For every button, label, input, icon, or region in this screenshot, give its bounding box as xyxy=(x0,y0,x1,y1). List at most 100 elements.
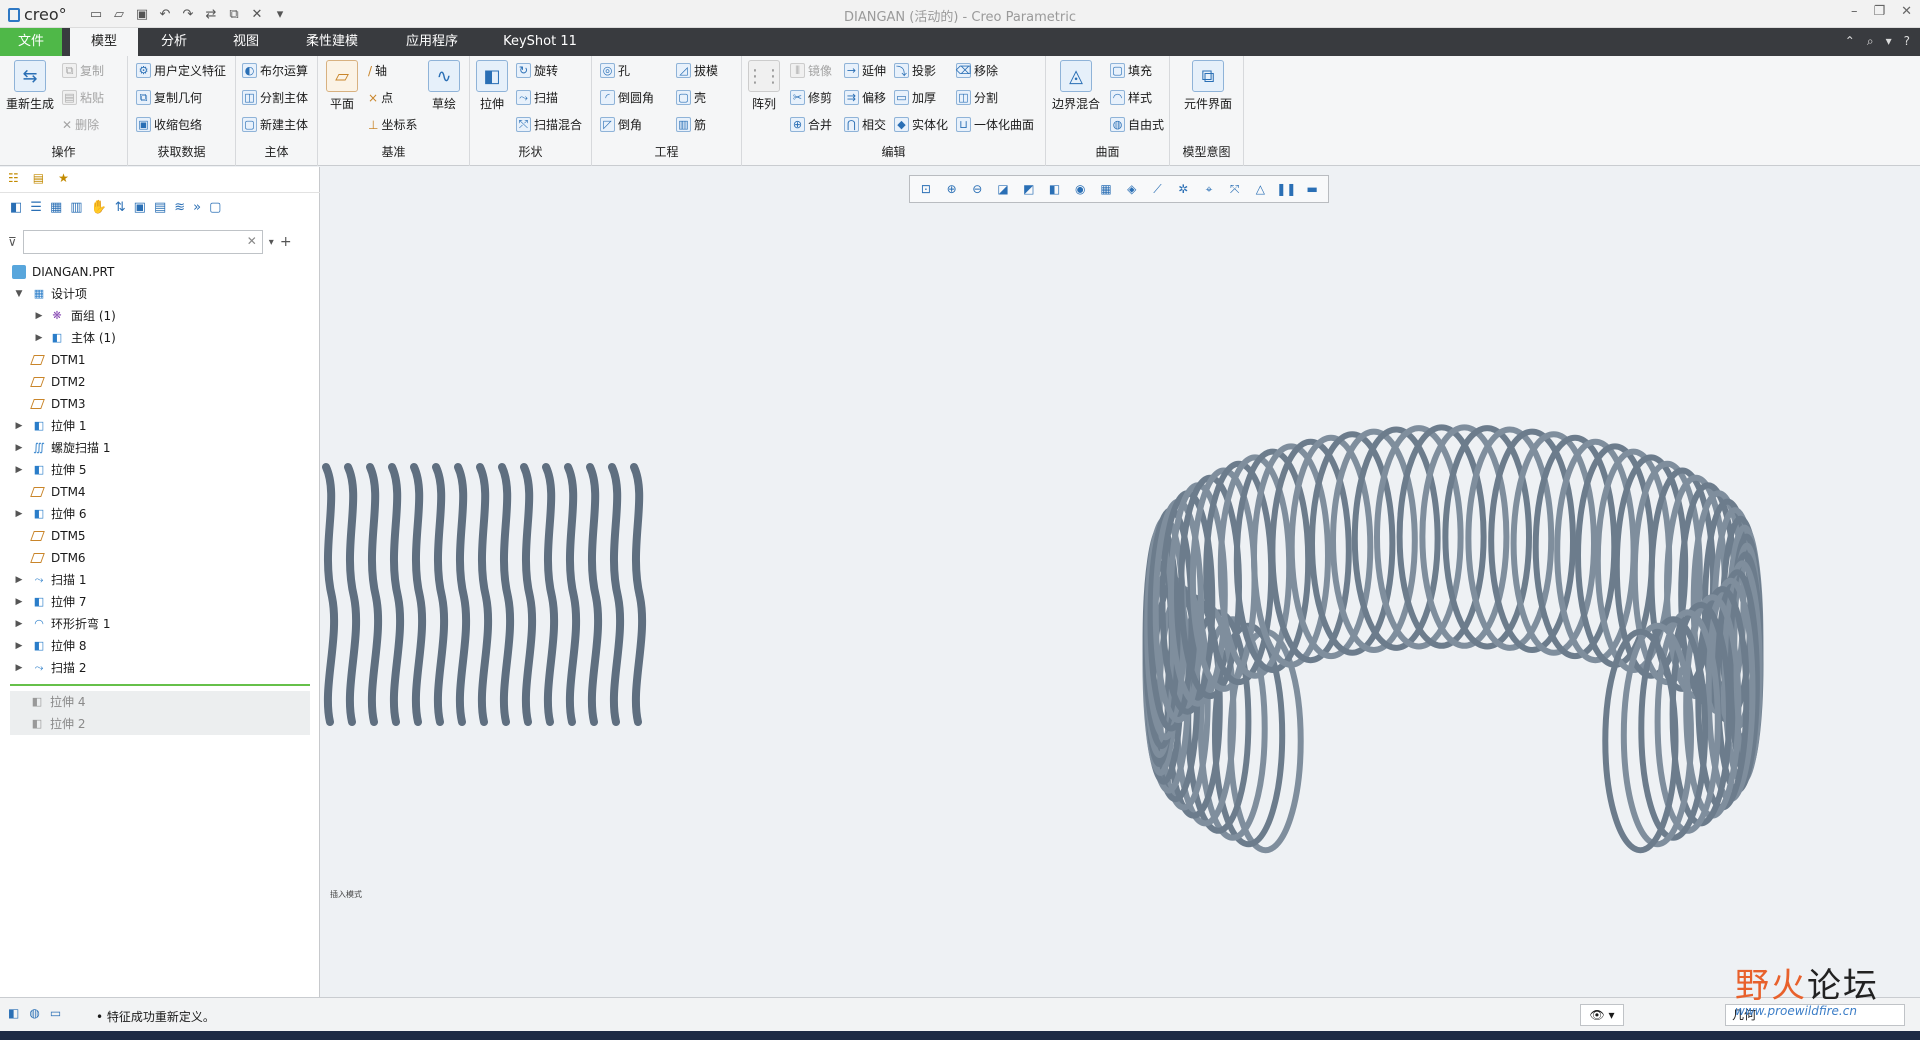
style-button[interactable]: ◠ 样式 xyxy=(1110,89,1152,106)
tab-analysis[interactable]: 分析 xyxy=(148,28,200,56)
restore-icon[interactable]: ❐ xyxy=(1873,4,1885,19)
folder-browser-tab-icon[interactable]: ▤ xyxy=(33,171,44,188)
new-body-button[interactable]: ▢ 新建主体 xyxy=(242,116,308,133)
expand-icon[interactable]: ▶ xyxy=(14,657,24,679)
detail-view-icon[interactable]: ▦ xyxy=(50,200,62,220)
point-button[interactable]: × 点 xyxy=(368,89,393,106)
group-label-model-intent[interactable]: 模型意图 xyxy=(1170,143,1243,160)
freestyle-button[interactable]: ◍ 自由式 xyxy=(1110,116,1164,133)
help-icon[interactable]: ? xyxy=(1904,34,1910,49)
filter-dropdown-icon[interactable]: ▾ xyxy=(269,237,274,248)
expand-icon[interactable]: ▶ xyxy=(14,503,24,525)
expand-icon[interactable]: ▶ xyxy=(34,327,44,349)
sort-icon[interactable]: ⇅ xyxy=(115,200,126,220)
tree-item-dtm6[interactable]: DTM6 xyxy=(0,547,320,569)
split-button[interactable]: ◫ 分割 xyxy=(956,89,998,106)
delete-button[interactable]: ✕ 删除 xyxy=(62,116,99,133)
hole-button[interactable]: ◎ 孔 xyxy=(600,62,630,79)
shrinkwrap-button[interactable]: ▣ 收缩包络 xyxy=(136,116,202,133)
browser-toggle-icon[interactable]: ◍ xyxy=(29,1006,39,1020)
unify-surfaces-button[interactable]: ⊔ 一体化曲面 xyxy=(956,116,1034,133)
plane-button[interactable]: ▱ 平面 xyxy=(326,60,358,112)
shell-button[interactable]: ▢ 壳 xyxy=(676,89,706,106)
project-button[interactable]: ⤵ 投影 xyxy=(894,62,936,79)
pattern-button[interactable]: ⋮⋮ 阵列 xyxy=(746,60,782,112)
regenerate-button[interactable]: ⇆ 重新生成 xyxy=(6,60,54,112)
navigator-toggle-icon[interactable]: ◧ xyxy=(8,1006,19,1020)
group-label-surfaces[interactable]: 曲面 xyxy=(1046,143,1169,160)
paste-button[interactable]: ▤ 粘贴 xyxy=(62,89,104,106)
collapse-icon[interactable]: ▼ xyxy=(14,283,24,305)
tree-root[interactable]: DIANGAN.PRT xyxy=(0,261,320,283)
chamfer-button[interactable]: ◸ 倒角 xyxy=(600,116,642,133)
find-button[interactable]: 👁 ▾ xyxy=(1580,1004,1624,1026)
tree-item-extrude-2[interactable]: ◧ 拉伸 2 xyxy=(10,713,310,735)
add-filter-icon[interactable]: + xyxy=(280,234,292,250)
mirror-button[interactable]: ⫴ 镜像 xyxy=(790,62,832,79)
tree-item-bodies[interactable]: ▶ ◧ 主体 (1) xyxy=(0,327,320,349)
tree-item-toroidal-bend-1[interactable]: ▶ ◠ 环形折弯 1 xyxy=(0,613,320,635)
extrude-button[interactable]: ◧ 拉伸 xyxy=(476,60,508,112)
group-label-editing[interactable]: 编辑 xyxy=(742,143,1045,160)
tree-item-quilts[interactable]: ▶ ❋ 面组 (1) xyxy=(0,305,320,327)
more-icon[interactable]: » xyxy=(193,200,201,220)
tab-flexible-modeling[interactable]: 柔性建模 xyxy=(292,28,372,56)
tree-item-dtm2[interactable]: DTM2 xyxy=(0,371,320,393)
draft-button[interactable]: ◿ 拔模 xyxy=(676,62,718,79)
tree-item-dtm3[interactable]: DTM3 xyxy=(0,393,320,415)
tree-item-sweep-1[interactable]: ▶ ⤳ 扫描 1 xyxy=(0,569,320,591)
boundary-blend-button[interactable]: ◬ 边界混合 xyxy=(1052,60,1100,112)
tree-item-dtm1[interactable]: DTM1 xyxy=(0,349,320,371)
tree-item-sweep-2[interactable]: ▶ ⤳ 扫描 2 xyxy=(0,657,320,679)
insert-here-line[interactable] xyxy=(10,684,310,686)
tab-model[interactable]: 模型 xyxy=(70,28,138,56)
sketch-button[interactable]: ∿ 草绘 xyxy=(428,60,460,112)
columns-icon[interactable]: ▥ xyxy=(70,200,82,220)
group-label-operations[interactable]: 操作 xyxy=(0,143,127,160)
highlight-icon[interactable]: ✋ xyxy=(91,200,107,220)
solidify-button[interactable]: ◆ 实体化 xyxy=(894,116,948,133)
tree-item-extrude-8[interactable]: ▶ ◧ 拉伸 8 xyxy=(0,635,320,657)
axis-button[interactable]: / 轴 xyxy=(368,62,387,79)
clear-search-icon[interactable]: ✕ xyxy=(247,234,257,248)
model-tree-tab-icon[interactable]: ☷ xyxy=(8,171,19,188)
remove-button[interactable]: ⌫ 移除 xyxy=(956,62,998,79)
intersect-button[interactable]: ⋂ 相交 xyxy=(844,116,886,133)
tree-item-design-items[interactable]: ▼ ▦ 设计项 xyxy=(0,283,320,305)
collapse-ribbon-icon[interactable]: ⌃ xyxy=(1845,34,1855,49)
tree-item-extrude-4[interactable]: ◧ 拉伸 4 xyxy=(10,691,310,713)
search-icon[interactable]: ⌕ xyxy=(1867,34,1874,49)
expand-icon[interactable]: ▶ xyxy=(14,459,24,481)
offset-button[interactable]: ⇉ 偏移 xyxy=(844,89,886,106)
thicken-button[interactable]: ▭ 加厚 xyxy=(894,89,936,106)
tab-applications[interactable]: 应用程序 xyxy=(392,28,472,56)
group-label-engineering[interactable]: 工程 xyxy=(592,143,741,160)
revolve-button[interactable]: ↻ 旋转 xyxy=(516,62,558,79)
close-icon[interactable]: ✕ xyxy=(1901,4,1912,19)
model-icon[interactable]: ◧ xyxy=(10,200,22,220)
tree-item-extrude-5[interactable]: ▶ ◧ 拉伸 5 xyxy=(0,459,320,481)
tab-file[interactable]: 文件 xyxy=(0,28,62,56)
tree-item-extrude-6[interactable]: ▶ ◧ 拉伸 6 xyxy=(0,503,320,525)
expand-icon[interactable]: ▶ xyxy=(14,591,24,613)
fullscreen-icon[interactable]: ▭ xyxy=(50,1006,61,1020)
csys-button[interactable]: ⊥ 坐标系 xyxy=(368,116,417,133)
tree-search-input[interactable]: ✕ xyxy=(22,230,263,254)
round-button[interactable]: ◜ 倒圆角 xyxy=(600,89,654,106)
fill-button[interactable]: ▢ 填充 xyxy=(1110,62,1152,79)
copy-geometry-button[interactable]: ⧉ 复制几何 xyxy=(136,89,202,106)
group-label-datum[interactable]: 基准 xyxy=(318,143,469,160)
tree-item-helical-sweep-1[interactable]: ▶ ∭ 螺旋扫描 1 xyxy=(0,437,320,459)
show-icon[interactable]: ▣ xyxy=(134,200,146,220)
split-body-button[interactable]: ◫ 分割主体 xyxy=(242,89,308,106)
tree-item-dtm5[interactable]: DTM5 xyxy=(0,525,320,547)
group-label-get-data[interactable]: 获取数据 xyxy=(128,143,235,160)
boolean-button[interactable]: ◐ 布尔运算 xyxy=(242,62,308,79)
expand-icon[interactable]: ▶ xyxy=(14,613,24,635)
layers-icon[interactable]: ≋ xyxy=(174,200,185,220)
expand-icon[interactable]: ▶ xyxy=(14,635,24,657)
expand-icon[interactable]: ▶ xyxy=(14,415,24,437)
udf-button[interactable]: ⚙ 用户定义特征 xyxy=(136,62,226,79)
tree-item-extrude-7[interactable]: ▶ ◧ 拉伸 7 xyxy=(0,591,320,613)
minimize-icon[interactable]: – xyxy=(1851,4,1858,19)
